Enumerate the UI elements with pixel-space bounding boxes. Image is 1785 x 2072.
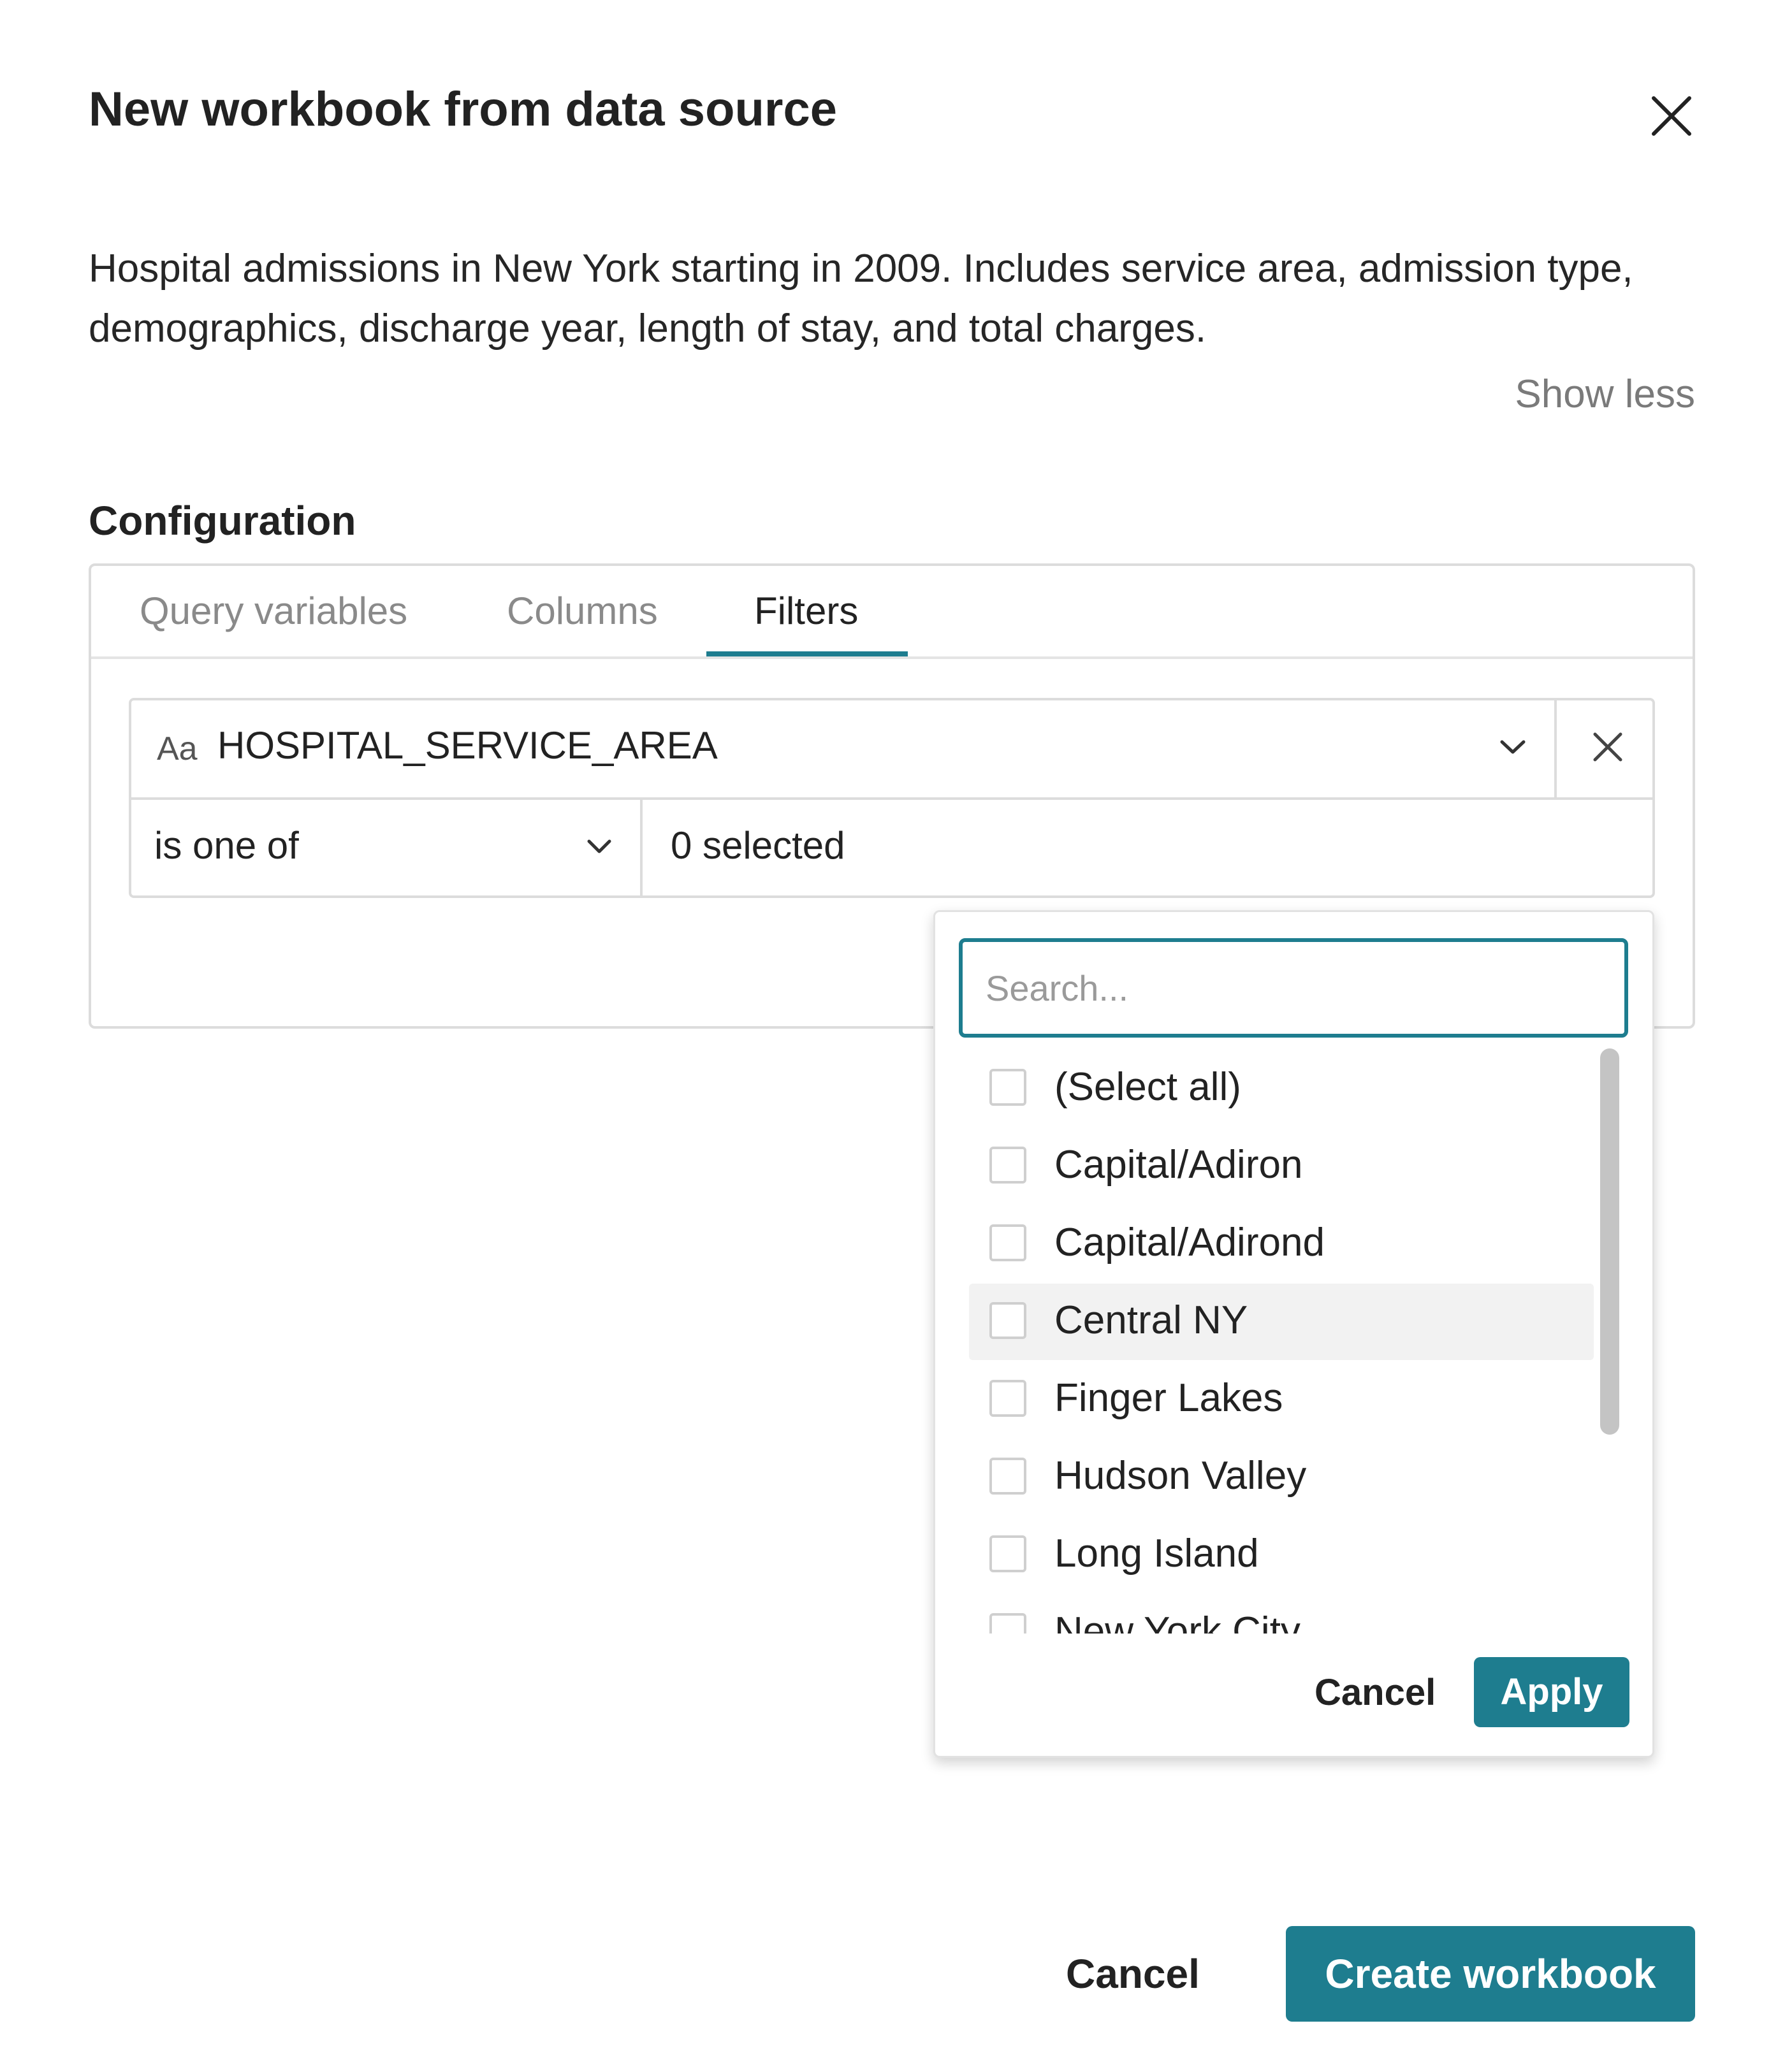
show-less-link[interactable]: Show less: [1515, 372, 1695, 417]
tab-columns[interactable]: Columns: [507, 566, 658, 656]
checkbox[interactable]: [989, 1535, 1026, 1572]
option-label: Capital/Adirond: [1054, 1221, 1325, 1264]
option-label: (Select all): [1054, 1065, 1241, 1109]
option-label: Central NY: [1054, 1298, 1248, 1342]
tab-query-variables[interactable]: Query variables: [140, 566, 407, 656]
list-item[interactable]: Capital/Adirond: [969, 1206, 1594, 1282]
search-input[interactable]: [959, 938, 1628, 1038]
option-label: Capital/Adiron: [1054, 1143, 1303, 1187]
checkbox[interactable]: [989, 1302, 1026, 1339]
checkbox[interactable]: [989, 1147, 1026, 1184]
list-item[interactable]: Capital/Adiron: [969, 1128, 1594, 1205]
option-label: Hudson Valley: [1054, 1454, 1307, 1498]
operator-label: is one of: [154, 824, 299, 867]
close-icon[interactable]: [1647, 92, 1696, 140]
checkbox[interactable]: [989, 1224, 1026, 1261]
option-label: Long Island: [1054, 1532, 1259, 1576]
list-item[interactable]: Finger Lakes: [969, 1361, 1594, 1438]
list-item[interactable]: Hudson Valley: [969, 1439, 1594, 1516]
options-list: (Select all) Capital/Adiron Capital/Adir…: [969, 1050, 1606, 1634]
text-type-icon: Aa: [157, 730, 198, 767]
remove-filter-icon[interactable]: [1587, 727, 1628, 767]
chevron-down-icon[interactable]: [1498, 737, 1527, 757]
option-label: Finger Lakes: [1054, 1376, 1283, 1420]
checkbox[interactable]: [989, 1458, 1026, 1495]
tab-filters[interactable]: Filters: [754, 566, 858, 656]
list-item-highlighted[interactable]: Central NY: [969, 1284, 1594, 1360]
create-workbook-button[interactable]: Create workbook: [1286, 1926, 1695, 2022]
configuration-heading: Configuration: [89, 498, 356, 544]
dropdown-cancel-button[interactable]: Cancel: [1315, 1671, 1436, 1714]
list-item-select-all[interactable]: (Select all): [969, 1050, 1594, 1127]
checkbox[interactable]: [989, 1069, 1026, 1106]
apply-button[interactable]: Apply: [1474, 1657, 1629, 1727]
dataset-description: Hospital admissions in New York starting…: [89, 247, 1633, 351]
configuration-tabs: Query variables Columns Filters: [91, 566, 1693, 659]
list-item[interactable]: New York City: [969, 1595, 1594, 1634]
active-tab-indicator: [706, 651, 908, 656]
checkbox[interactable]: [989, 1380, 1026, 1417]
divider: [1554, 698, 1557, 799]
option-label: New York City: [1054, 1609, 1300, 1634]
scrollbar-thumb[interactable]: [1600, 1048, 1619, 1435]
filter-field-name: HOSPITAL_SERVICE_AREA: [217, 724, 718, 767]
checkbox[interactable]: [989, 1613, 1026, 1634]
dialog-title: New workbook from data source: [89, 82, 838, 136]
selected-count: 0 selected: [671, 824, 845, 867]
cancel-button[interactable]: Cancel: [1066, 1950, 1200, 1997]
list-item[interactable]: Long Island: [969, 1517, 1594, 1593]
chevron-down-icon[interactable]: [585, 837, 613, 856]
